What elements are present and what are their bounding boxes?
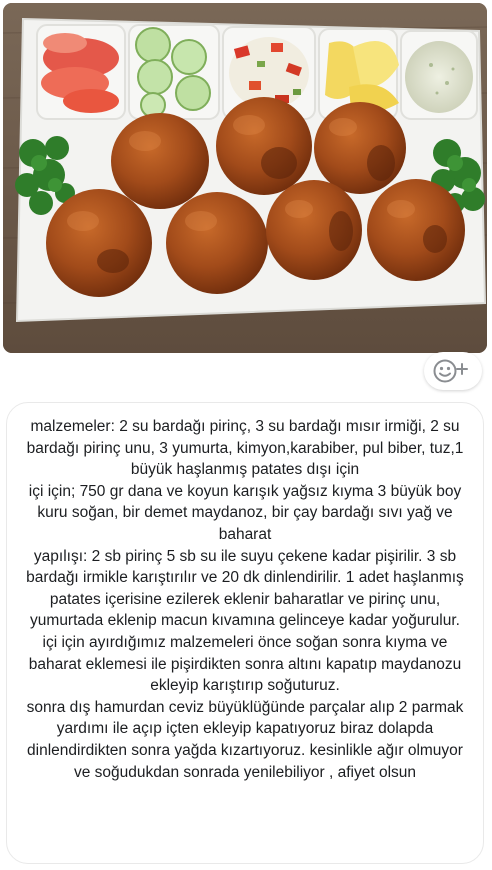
add-reaction-button[interactable] [424, 352, 482, 390]
message-photo[interactable] [3, 3, 487, 353]
message-text: malzemeler: 2 su bardağı pirinç, 3 su ba… [26, 418, 464, 781]
add-reaction-icon [433, 359, 468, 383]
food-photo-image [3, 3, 487, 353]
message-bubble[interactable]: malzemeler: 2 su bardağı pirinç, 3 su ba… [6, 402, 484, 864]
